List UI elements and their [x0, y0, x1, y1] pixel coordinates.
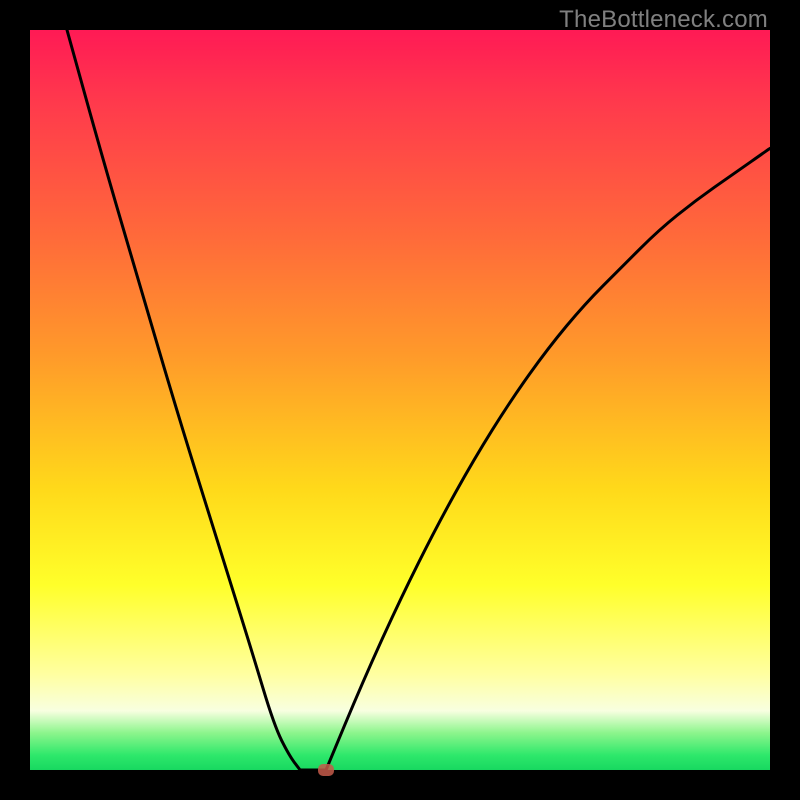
bottleneck-curve [30, 30, 770, 770]
bottleneck-marker [318, 764, 334, 776]
curve-path [67, 30, 770, 770]
plot-area [30, 30, 770, 770]
chart-frame: TheBottleneck.com [0, 0, 800, 800]
